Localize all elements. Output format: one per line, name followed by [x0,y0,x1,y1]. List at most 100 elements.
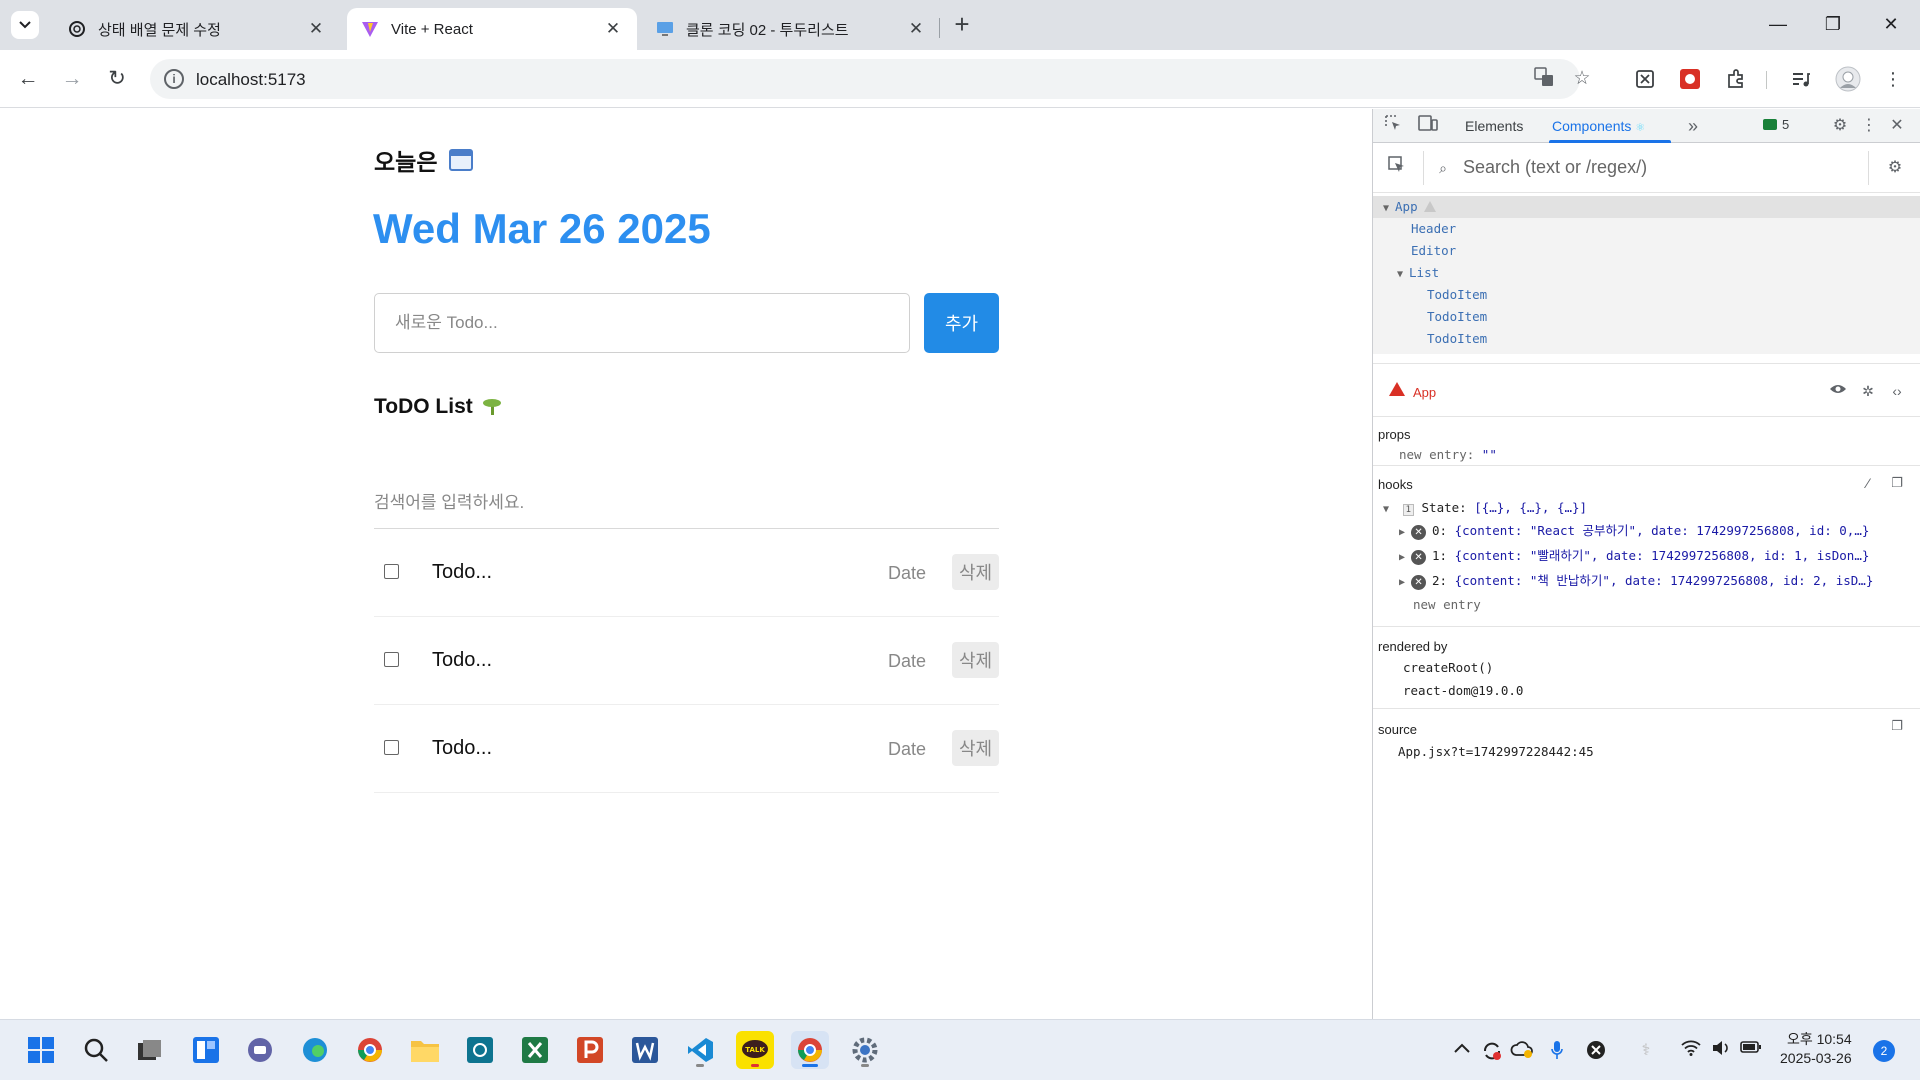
back-button[interactable]: ← [13,64,43,94]
close-tab-icon[interactable]: ✕ [603,19,623,39]
devtools-tab-components[interactable]: Components ⚛ [1552,118,1645,134]
search-icon[interactable] [77,1031,115,1069]
new-todo-input[interactable] [374,293,910,353]
remove-entry-icon[interactable]: ✕ [1411,575,1427,590]
system-clock[interactable]: 오후 10:54 2025-03-26 [1780,1030,1852,1068]
view-source-icon[interactable]: ‹› [1885,379,1909,403]
cloud-icon[interactable] [1510,1040,1534,1062]
eye-icon[interactable] [1826,379,1850,403]
tab-search-button[interactable] [11,11,39,39]
media-control-icon[interactable] [1787,65,1815,93]
expand-triangle-icon[interactable]: ▼ [1397,269,1403,280]
close-tab-icon[interactable]: ✕ [906,19,926,39]
add-todo-button[interactable]: 추가 [924,293,999,353]
red-extension-icon[interactable] [1676,65,1704,93]
devtools-tab-elements[interactable]: Elements [1465,118,1523,134]
delete-button[interactable]: 삭제 [952,730,999,766]
component-settings-gear-icon[interactable]: ⚙ [1883,156,1907,180]
widgets-icon[interactable] [187,1031,225,1069]
minimize-button[interactable]: — [1758,10,1798,38]
extensions-puzzle-icon[interactable] [1722,65,1750,93]
search-input[interactable] [374,477,999,529]
expand-triangle-icon[interactable]: ▼ [1373,203,1389,214]
vscode-icon[interactable] [681,1031,719,1069]
tree-node-editor[interactable]: Editor [1411,240,1456,262]
url-text[interactable]: localhost:5173 [196,70,306,90]
todo-checkbox[interactable] [384,652,399,667]
tab-clone-coding[interactable]: 클론 코딩 02 - 투두리스트 ✕ [642,8,940,50]
kakaotalk-icon[interactable]: TALK [736,1031,774,1069]
tree-node-todoitem[interactable]: TodoItem [1427,328,1487,350]
select-component-icon[interactable] [1385,156,1409,180]
magic-wand-icon[interactable]: ⁄ [1856,471,1880,495]
source-location[interactable]: App.jsx?t=1742997228442:45 [1398,744,1594,759]
close-circle-icon[interactable] [1584,1040,1608,1062]
tray-app-icon[interactable]: ⚕ [1634,1040,1658,1062]
expand-triangle-icon[interactable]: ▼ [1383,504,1389,515]
expand-triangle-icon[interactable]: ▶ [1399,552,1405,563]
tree-node-list[interactable]: ▼ List [1397,262,1439,284]
tree-node-app[interactable]: ▼ App [1373,196,1920,218]
battery-icon[interactable] [1739,1040,1763,1062]
bug-icon[interactable]: ✲ [1856,379,1880,403]
remove-entry-icon[interactable]: ✕ [1411,525,1427,540]
props-new-entry[interactable]: new entry: "" [1399,447,1497,462]
tab-chatgpt[interactable]: 상태 배열 문제 수정 ✕ [54,8,340,50]
tree-node-header[interactable]: Header [1411,218,1456,240]
todo-checkbox[interactable] [384,740,399,755]
file-explorer-icon[interactable] [406,1031,444,1069]
reload-button[interactable]: ↻ [102,64,132,94]
profile-avatar[interactable] [1834,65,1862,93]
copy-icon[interactable]: ❐ [1885,714,1909,738]
todo-checkbox[interactable] [384,564,399,579]
tab-vite-react[interactable]: Vite + React ✕ [347,8,637,50]
tree-resize-divider[interactable] [1373,354,1920,364]
hook-item-row[interactable]: ▶ ✕ 2: {content: "책 반납하기", date: 174299725… [1399,570,1873,590]
microphone-icon[interactable] [1545,1040,1569,1062]
sync-icon[interactable] [1480,1040,1504,1062]
inspect-element-icon[interactable] [1381,114,1405,138]
remove-entry-icon[interactable]: ✕ [1411,550,1427,565]
site-info-icon[interactable]: i [164,69,184,89]
chrome-menu-icon[interactable]: ⋮ [1879,65,1907,93]
word-icon[interactable] [626,1031,664,1069]
bookmark-star-icon[interactable]: ☆ [1570,67,1594,91]
forward-button[interactable]: → [57,64,87,94]
hook-state-row[interactable]: ▼ 1 State: [{…}, {…}, {…}] [1383,500,1587,516]
device-toolbar-icon[interactable] [1416,114,1440,138]
tree-node-todoitem[interactable]: TodoItem [1427,284,1487,306]
close-window-button[interactable]: ✕ [1871,10,1911,38]
wifi-icon[interactable] [1679,1040,1703,1062]
address-bar[interactable]: i localhost:5173 ☆ [150,59,1591,99]
teams-chat-icon[interactable] [241,1031,279,1069]
powerpoint-icon[interactable] [571,1031,609,1069]
settings-gear-icon[interactable]: ⚙ [1828,114,1852,138]
issues-badge[interactable]: 5 [1763,117,1789,132]
translate-icon[interactable] [1532,67,1556,91]
hook-item-row[interactable]: ▶ ✕ 0: {content: "React 공부하기", date: 17429… [1399,520,1869,540]
tree-node-todoitem[interactable]: TodoItem [1427,306,1487,328]
task-view-icon[interactable] [131,1031,169,1069]
close-tab-icon[interactable]: ✕ [306,19,326,39]
new-tab-button[interactable]: + [948,10,976,38]
hook-item-row[interactable]: ▶ ✕ 1: {content: "빨래하기", date: 17429972568… [1399,545,1869,565]
excel-icon[interactable] [516,1031,554,1069]
app-icon[interactable] [461,1031,499,1069]
volume-icon[interactable] [1709,1040,1733,1062]
more-tabs-icon[interactable]: » [1681,114,1705,138]
show-hidden-icons-icon[interactable] [1450,1040,1474,1062]
delete-button[interactable]: 삭제 [952,554,999,590]
delete-button[interactable]: 삭제 [952,642,999,678]
restore-button[interactable]: ❐ [1813,10,1853,38]
close-devtools-icon[interactable]: ✕ [1885,114,1909,138]
excel-extension-icon[interactable] [1631,65,1659,93]
copy-icon[interactable]: ❐ [1885,471,1909,495]
chrome-active-icon[interactable] [791,1031,829,1069]
hooks-new-entry[interactable]: new entry [1413,597,1481,612]
edge-icon[interactable] [296,1031,334,1069]
devtools-menu-icon[interactable]: ⋮ [1857,114,1881,138]
chrome-icon[interactable] [351,1031,389,1069]
component-search-input[interactable]: Search (text or /regex/) [1463,157,1647,178]
notification-badge[interactable]: 2 [1873,1040,1895,1062]
expand-triangle-icon[interactable]: ▶ [1399,577,1405,588]
